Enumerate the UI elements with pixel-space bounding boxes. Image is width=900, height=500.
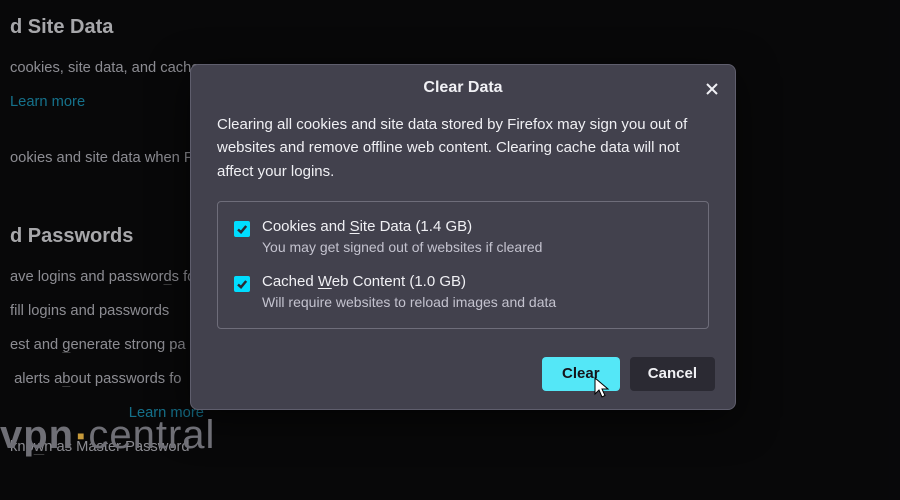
option-cached-web-content: Cached Web Content (1.0 GB) Will require… — [234, 273, 692, 310]
options-box: Cookies and Site Data (1.4 GB) You may g… — [217, 201, 709, 329]
option-cookies-site-data: Cookies and Site Data (1.4 GB) You may g… — [234, 218, 692, 255]
option-cache-sub: Will require websites to reload images a… — [262, 294, 556, 310]
clear-button[interactable]: Clear — [542, 357, 620, 391]
dialog-footer: Clear Cancel — [191, 347, 735, 409]
dialog-header: Clear Data — [191, 65, 735, 107]
square-icon: ■ — [77, 429, 85, 443]
option-cache-label: Cached Web Content (1.0 GB) — [262, 273, 556, 290]
clear-data-dialog: Clear Data Clearing all cookies and site… — [190, 64, 736, 410]
option-cookies-label: Cookies and Site Data (1.4 GB) — [262, 218, 542, 235]
dialog-title: Clear Data — [423, 79, 502, 96]
cancel-button[interactable]: Cancel — [630, 357, 715, 391]
watermark-logo: vpn ■ central — [0, 413, 215, 458]
option-cookies-sub: You may get signed out of websites if cl… — [262, 239, 542, 255]
dialog-body: Clearing all cookies and site data store… — [191, 107, 735, 347]
dialog-description: Clearing all cookies and site data store… — [217, 113, 709, 183]
checkbox-cache[interactable] — [234, 276, 250, 292]
checkbox-cookies[interactable] — [234, 221, 250, 237]
close-icon[interactable] — [699, 76, 725, 102]
